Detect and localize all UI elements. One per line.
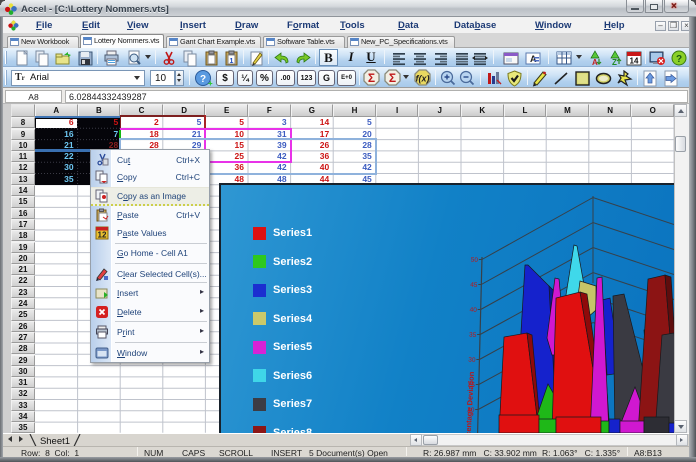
svg-text:+: +: [208, 79, 213, 87]
svg-text:30: 30: [468, 357, 476, 365]
svg-text:f(x): f(x): [416, 73, 430, 83]
svg-text:12: 12: [98, 230, 107, 239]
svg-text:40: 40: [469, 307, 477, 315]
svg-text:Σ: Σ: [389, 71, 396, 85]
svg-text:Percentage Deviation: Percentage Deviation: [463, 371, 476, 433]
svg-text:1: 1: [230, 58, 234, 65]
svg-text:50: 50: [471, 257, 479, 265]
svg-text:Sheet1: Sheet1: [40, 436, 70, 447]
svg-text:Z: Z: [612, 58, 617, 67]
svg-text:?: ?: [676, 54, 682, 65]
svg-text:A: A: [530, 54, 537, 64]
svg-text:Σ: Σ: [368, 71, 375, 85]
svg-text:45: 45: [470, 282, 478, 290]
svg-text:14: 14: [630, 56, 639, 65]
svg-text:35: 35: [469, 332, 477, 340]
svg-text:?: ?: [200, 74, 206, 85]
